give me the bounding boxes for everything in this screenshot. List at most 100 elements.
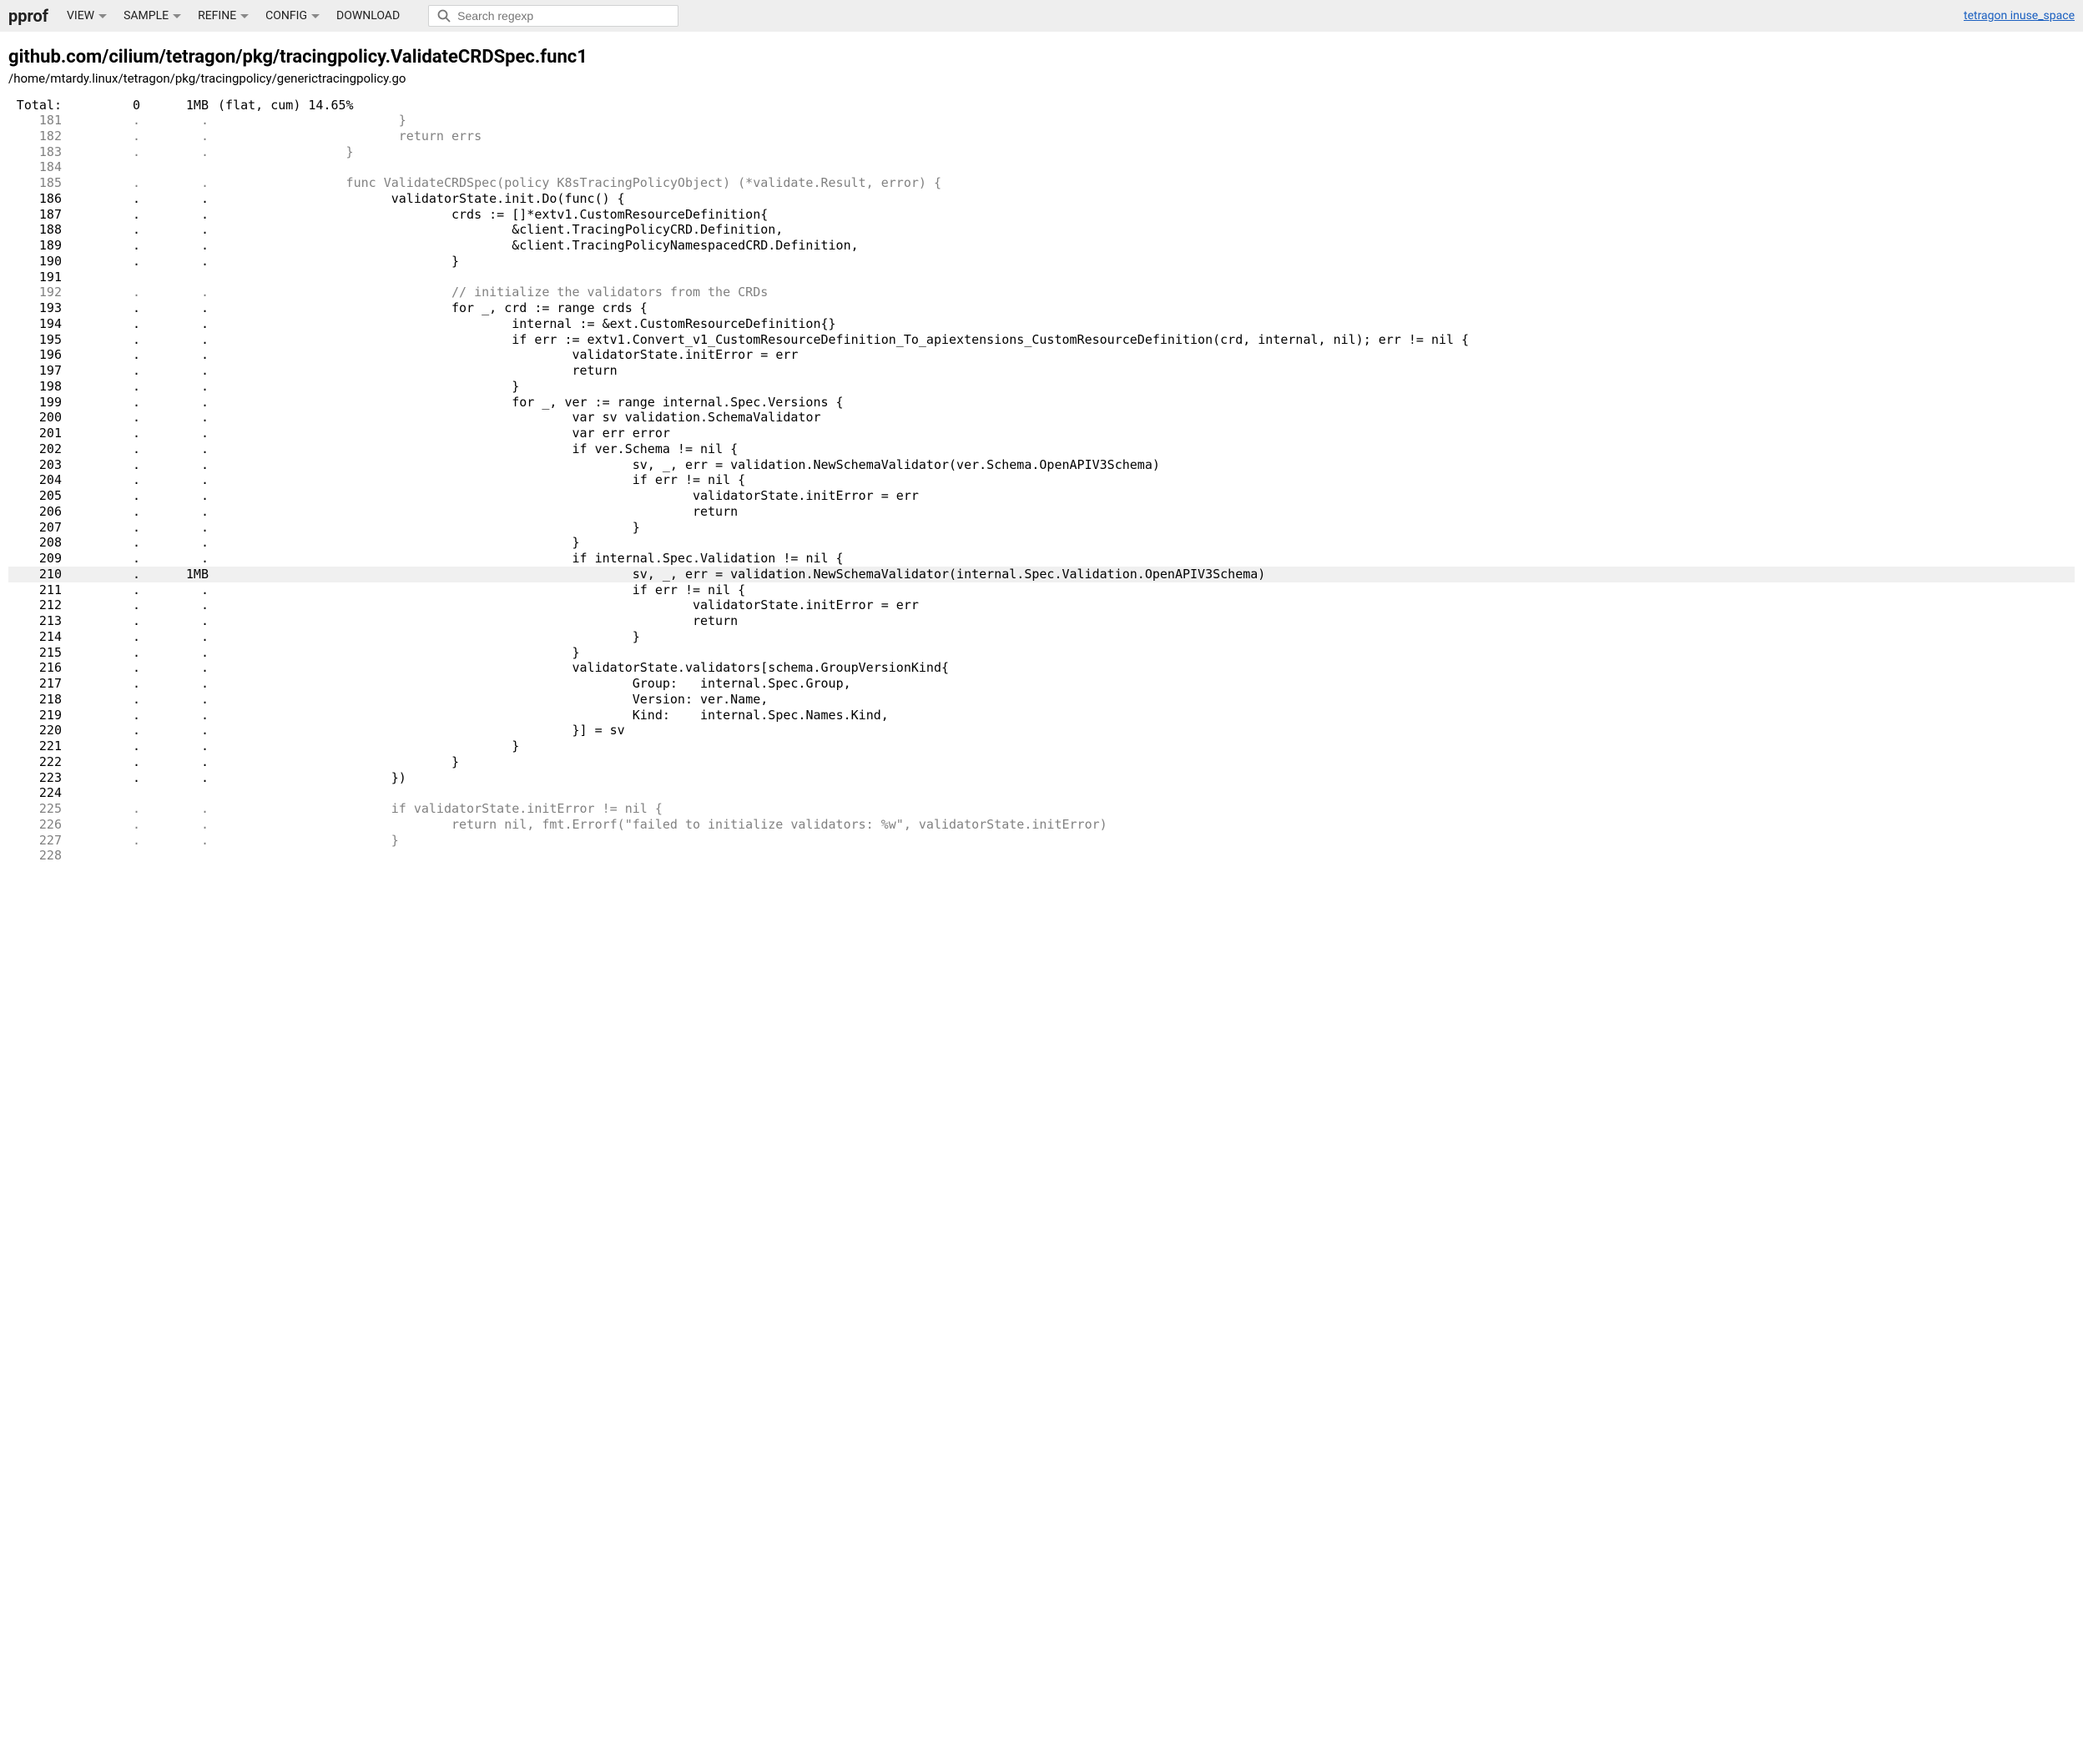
source-line[interactable]: 198.. } — [8, 379, 2075, 395]
source-line[interactable]: 222.. } — [8, 754, 2075, 770]
source-line[interactable]: 181.. } — [8, 113, 2075, 129]
source-line[interactable]: 217.. Group: internal.Spec.Group, — [8, 676, 2075, 692]
flat-value: . — [62, 472, 140, 488]
flat-value: . — [62, 129, 140, 144]
source-code: &client.TracingPolicyCRD.Definition, — [209, 222, 790, 238]
menu-sample[interactable]: SAMPLE — [124, 9, 181, 23]
cum-value: . — [140, 144, 209, 160]
source-line[interactable]: 214.. } — [8, 629, 2075, 645]
menu-download[interactable]: DOWNLOAD — [336, 9, 400, 23]
source-line[interactable]: 190.. } — [8, 254, 2075, 270]
source-code: sv, _, err = validation.NewSchemaValidat… — [209, 457, 1168, 473]
source-line[interactable]: 228 — [8, 848, 2075, 864]
menu-config[interactable]: CONFIG — [265, 9, 320, 23]
source-line[interactable]: 195.. if err := extv1.Convert_v1_CustomR… — [8, 332, 2075, 348]
source-code: } — [209, 113, 414, 129]
flat-value: . — [62, 754, 140, 770]
source-line[interactable]: 223.. }) — [8, 770, 2075, 786]
source-line[interactable]: 191 — [8, 270, 2075, 285]
source-line[interactable]: 186.. validatorState.init.Do(func() { — [8, 191, 2075, 207]
line-number: 214 — [8, 629, 62, 645]
flat-value: . — [62, 817, 140, 833]
source-line[interactable]: 210.1MB sv, _, err = validation.NewSchem… — [8, 567, 2075, 582]
source-line[interactable]: 187.. crds := []*extv1.CustomResourceDef… — [8, 207, 2075, 223]
source-line[interactable]: 206.. return — [8, 504, 2075, 520]
source-line[interactable]: 211.. if err != nil { — [8, 582, 2075, 598]
line-number: 190 — [8, 254, 62, 270]
source-line[interactable]: 201.. var err error — [8, 426, 2075, 441]
source-code: if validatorState.initError != nil { — [209, 801, 670, 817]
line-number: 199 — [8, 395, 62, 411]
source-line[interactable]: 212.. validatorState.initError = err — [8, 597, 2075, 613]
source-line[interactable]: 202.. if ver.Schema != nil { — [8, 441, 2075, 457]
source-line[interactable]: 205.. validatorState.initError = err — [8, 488, 2075, 504]
flat-value: . — [62, 708, 140, 723]
flat-value: . — [62, 738, 140, 754]
line-number: 208 — [8, 535, 62, 551]
flat-value: . — [62, 285, 140, 300]
source-line[interactable]: 226.. return nil, fmt.Errorf("failed to … — [8, 817, 2075, 833]
line-number: 188 — [8, 222, 62, 238]
source-code: validatorState.initError = err — [209, 347, 805, 363]
search-input[interactable] — [457, 9, 669, 23]
flat-value: . — [62, 488, 140, 504]
header-right: tetragon inuse_space — [1964, 9, 2075, 23]
source-line[interactable]: 197.. return — [8, 363, 2075, 379]
flat-value — [62, 848, 140, 864]
menu-refine[interactable]: REFINE — [198, 9, 249, 23]
source-line[interactable]: 200.. var sv validation.SchemaValidator — [8, 410, 2075, 426]
source-line[interactable]: 192.. // initialize the validators from … — [8, 285, 2075, 300]
source-line[interactable]: 221.. } — [8, 738, 2075, 754]
source-code: } — [209, 738, 527, 754]
flat-value: . — [62, 801, 140, 817]
source-line[interactable]: 182.. return errs — [8, 129, 2075, 144]
flat-value: . — [62, 144, 140, 160]
source-line[interactable]: 220.. }] = sv — [8, 723, 2075, 738]
source-line[interactable]: 224 — [8, 785, 2075, 801]
source-line[interactable]: 227.. } — [8, 833, 2075, 849]
cum-value: . — [140, 395, 209, 411]
source-line[interactable]: 199.. for _, ver := range internal.Spec.… — [8, 395, 2075, 411]
profile-link[interactable]: tetragon inuse_space — [1964, 9, 2075, 23]
source-line[interactable]: 216.. validatorState.validators[schema.G… — [8, 660, 2075, 676]
source-line[interactable]: 184 — [8, 159, 2075, 175]
source-line[interactable]: 208.. } — [8, 535, 2075, 551]
source-line[interactable]: 207.. } — [8, 520, 2075, 536]
source-line[interactable]: 218.. Version: ver.Name, — [8, 692, 2075, 708]
source-line[interactable]: 215.. } — [8, 645, 2075, 661]
source-line[interactable]: 219.. Kind: internal.Spec.Names.Kind, — [8, 708, 2075, 723]
total-suffix: (flat, cum) 14.65% — [209, 98, 354, 113]
source-line[interactable]: 196.. validatorState.initError = err — [8, 347, 2075, 363]
source-line[interactable]: 189.. &client.TracingPolicyNamespacedCRD… — [8, 238, 2075, 254]
search-box[interactable] — [428, 5, 678, 27]
source-code: if internal.Spec.Validation != nil { — [209, 551, 851, 567]
source-line[interactable]: 194.. internal := &ext.CustomResourceDef… — [8, 316, 2075, 332]
source-line[interactable]: 203.. sv, _, err = validation.NewSchemaV… — [8, 457, 2075, 473]
source-line[interactable]: 204.. if err != nil { — [8, 472, 2075, 488]
menu-config-label: CONFIG — [265, 9, 307, 23]
source-line[interactable]: 185.. func ValidateCRDSpec(policy K8sTra… — [8, 175, 2075, 191]
source-code: validatorState.initError = err — [209, 488, 926, 504]
cum-value: . — [140, 817, 209, 833]
flat-value: . — [62, 504, 140, 520]
chevron-down-icon — [240, 14, 249, 18]
cum-value: . — [140, 426, 209, 441]
source-code: // initialize the validators from the CR… — [209, 285, 775, 300]
line-number: 182 — [8, 129, 62, 144]
source-line[interactable]: 193.. for _, crd := range crds { — [8, 300, 2075, 316]
source-line[interactable]: 183.. } — [8, 144, 2075, 160]
cum-value: . — [140, 551, 209, 567]
source-line[interactable]: 225.. if validatorState.initError != nil… — [8, 801, 2075, 817]
line-number: 200 — [8, 410, 62, 426]
flat-value: . — [62, 597, 140, 613]
menu-view[interactable]: VIEW — [67, 9, 107, 23]
line-number: 221 — [8, 738, 62, 754]
line-number: 228 — [8, 848, 62, 864]
content: github.com/cilium/tetragon/pkg/tracingpo… — [0, 32, 2083, 872]
line-number: 187 — [8, 207, 62, 223]
flat-value: . — [62, 175, 140, 191]
source-line[interactable]: 213.. return — [8, 613, 2075, 629]
source-line[interactable]: 188.. &client.TracingPolicyCRD.Definitio… — [8, 222, 2075, 238]
source-line[interactable]: 209.. if internal.Spec.Validation != nil… — [8, 551, 2075, 567]
source-code: if err != nil { — [209, 582, 753, 598]
